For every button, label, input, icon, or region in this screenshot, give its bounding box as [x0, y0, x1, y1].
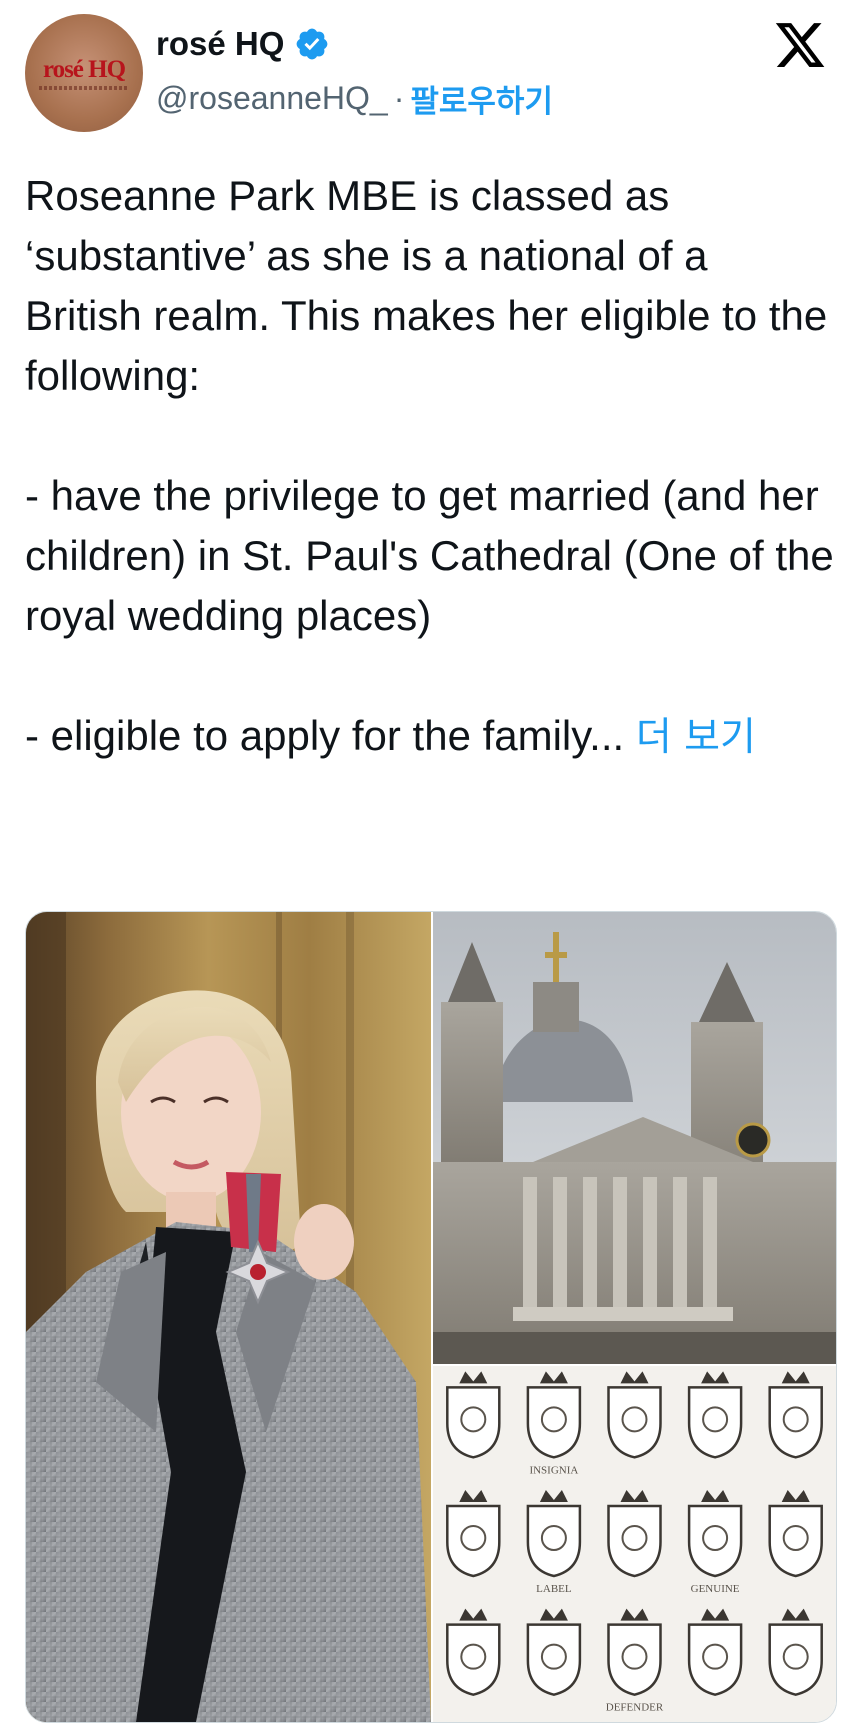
tweet-paragraph-truncated: - eligible to apply for the family... 더 … [25, 706, 835, 768]
emblem-label: DEFENDER [606, 1702, 664, 1714]
tweet-paragraph: Roseanne Park MBE is classed as ‘substan… [25, 172, 828, 399]
tweet-media-grid: INSIGNIA LABEL GENUINE DEFENDER [25, 911, 837, 1723]
user-handle[interactable]: @roseanneHQ_ [156, 80, 388, 117]
st-pauls-cathedral-photo[interactable] [433, 912, 836, 1364]
display-name-row: rosé HQ [156, 22, 330, 66]
heraldic-emblems-collage[interactable]: INSIGNIA LABEL GENUINE DEFENDER [433, 1366, 836, 1722]
tweet-header: rosé HQ rosé HQ @roseanneHQ_ · 팔로우하기 [0, 0, 856, 150]
x-logo-icon[interactable] [772, 18, 828, 72]
truncated-text: - eligible to apply for the family... [25, 712, 636, 759]
display-name[interactable]: rosé HQ [156, 25, 284, 63]
woman-holding-mbe-medal-photo[interactable] [26, 912, 431, 1722]
emblem-label: LABEL [536, 1583, 572, 1595]
tweet-paragraph: - have the privilege to get married (and… [25, 472, 834, 639]
tweet-text: Roseanne Park MBE is classed as ‘substan… [25, 166, 835, 768]
show-more-link[interactable]: 더 보기 [636, 715, 756, 760]
separator-dot: · [393, 79, 405, 116]
follow-button[interactable]: 팔로우하기 [410, 76, 553, 121]
handle-row: @roseanneHQ_ · 팔로우하기 [156, 76, 553, 120]
emblem-label: INSIGNIA [529, 1464, 578, 1476]
emblem-label: GENUINE [691, 1583, 740, 1595]
verified-badge-icon [297, 28, 328, 60]
avatar-tagline-decoration [39, 86, 129, 90]
avatar-logo-text: rosé HQ [42, 56, 126, 83]
avatar[interactable]: rosé HQ [25, 14, 143, 132]
